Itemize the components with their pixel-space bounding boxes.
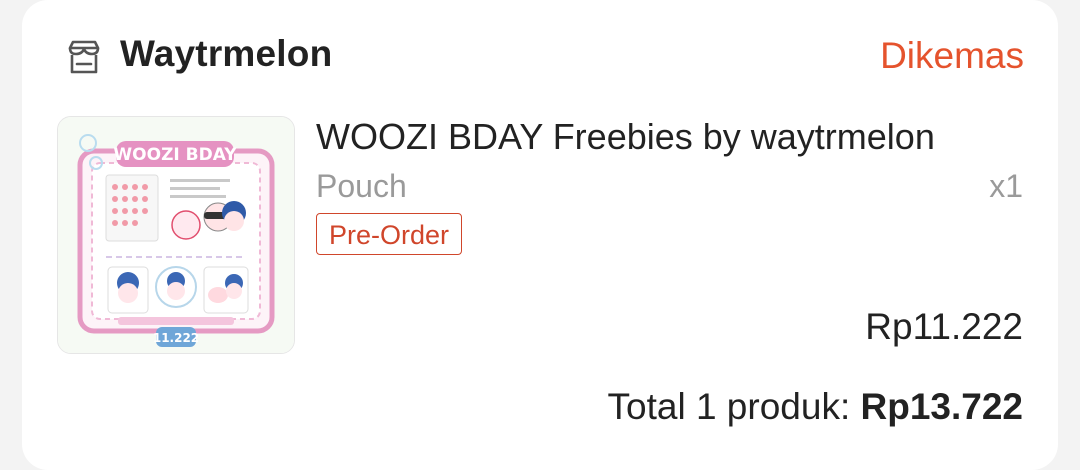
product-price: Rp11.222 — [865, 306, 1023, 347]
total-amount: Rp13.722 — [860, 386, 1024, 427]
image-banner-text: WOOZI BDAY — [113, 145, 237, 165]
product-quantity: x1 — [989, 168, 1023, 204]
shop-icon — [68, 40, 100, 74]
order-total: Total 1 produk: Rp13.722 — [608, 386, 1023, 428]
shop-name[interactable]: Waytrmelon — [120, 33, 332, 75]
preorder-badge: Pre-Order — [316, 213, 463, 255]
image-number-text: 11.222 — [153, 331, 199, 345]
product-image[interactable]: WOOZI BDAY 11.222 — [57, 116, 295, 354]
total-label: Total 1 produk: — [607, 386, 861, 427]
product-variant: Pouch — [316, 168, 407, 204]
order-status: Dikemas — [880, 35, 1024, 76]
product-title[interactable]: WOOZI BDAY Freebies by waytrmelon — [316, 116, 935, 158]
